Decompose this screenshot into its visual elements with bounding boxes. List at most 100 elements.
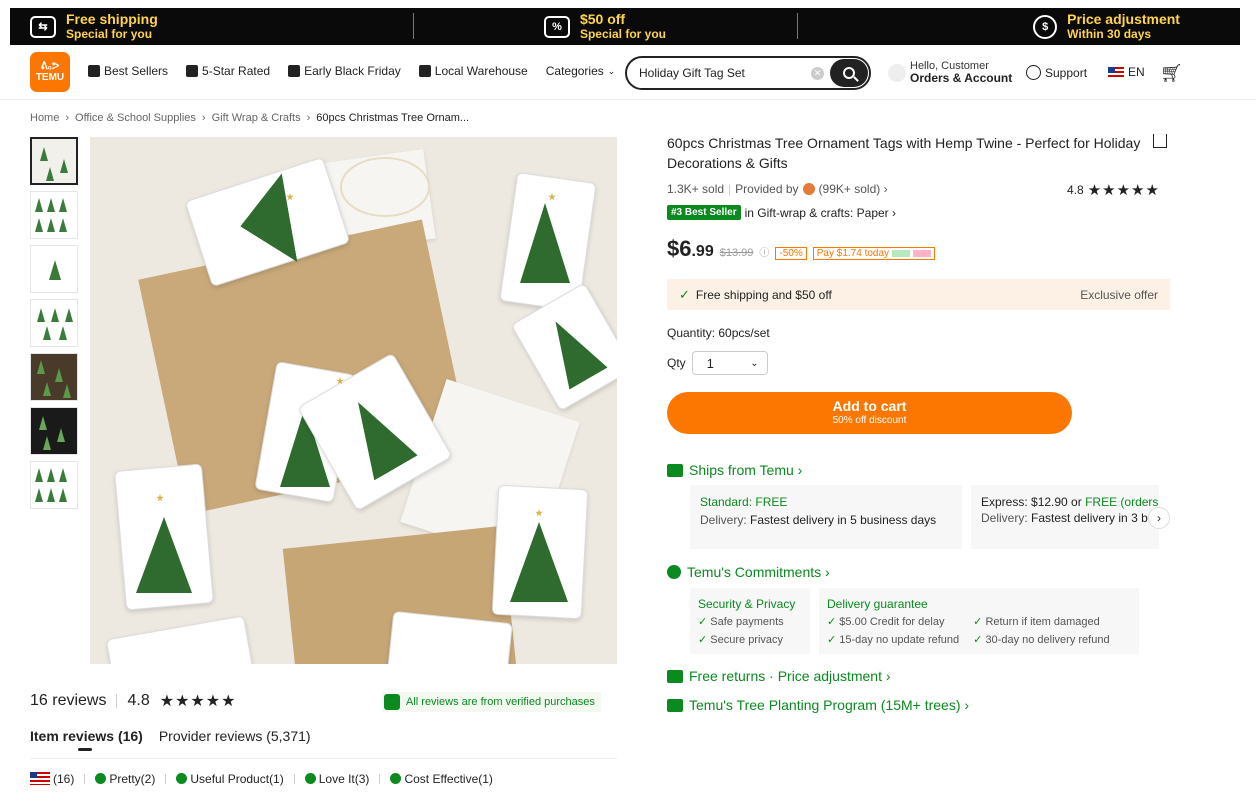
account-menu[interactable]: Hello, Customer Orders & Account (888, 60, 1012, 85)
quantity-select[interactable]: 1 ⌄ (691, 351, 768, 375)
check-icon (390, 773, 402, 784)
divider (293, 774, 295, 784)
offer-bar: ✓ Free shipping and $50 off Exclusive off… (667, 279, 1170, 310)
tree-program-link[interactable]: Temu's Tree Planting Program (15M+ trees… (667, 697, 969, 713)
truck-icon (418, 65, 431, 77)
ships-from-label: Ships from Temu › (689, 462, 803, 478)
verified-purchases-badge: All reviews are from verified purchases (382, 692, 601, 712)
account-label: Orders & Account (910, 71, 1013, 85)
product-rating[interactable]: 4.8 ★★★★★ (1067, 181, 1160, 199)
thumbnail[interactable] (30, 191, 78, 239)
share-icon[interactable] (1153, 134, 1167, 148)
return-box-icon (667, 669, 683, 683)
clear-icon[interactable]: ✕ (811, 66, 824, 80)
shield-check-icon (384, 694, 400, 710)
express-shipping-card[interactable]: Express: $12.90 or FREE (orders Delivery… (971, 485, 1159, 549)
star-rating-icon: ★★★★★ (159, 693, 237, 710)
reviews-rating: 4.8 (127, 692, 150, 709)
support-link[interactable]: Support (1026, 65, 1087, 80)
nav-categories[interactable]: Categories ⌄ (546, 64, 616, 78)
security-privacy-card[interactable]: Security & Privacy Safe payments Secure … (690, 588, 810, 654)
add-to-cart-button[interactable]: Add to cart 50% off discount (667, 392, 1072, 434)
filter-us[interactable]: (16) (30, 772, 74, 786)
bestseller-badge: #3 Best Seller (667, 205, 741, 220)
divider (116, 694, 118, 708)
bestseller-line[interactable]: #3 Best Seller in Gift-wrap & crafts: Pa… (667, 205, 896, 220)
commitment-item: Secure privacy (698, 631, 802, 649)
promo-50-off[interactable]: % $50 off Special for you (413, 8, 796, 45)
security-title: Security & Privacy (698, 597, 796, 611)
promo-price-adjustment[interactable]: $ Price adjustment Within 30 days (796, 8, 1240, 45)
thumbnail[interactable] (30, 299, 78, 347)
nav-best-sellers[interactable]: Best Sellers (88, 64, 168, 78)
commitments-label: Temu's Commitments › (687, 564, 830, 580)
star-rating-icon: ★★★★★ (1087, 182, 1160, 199)
promo-title: Free shipping (66, 10, 158, 27)
breadcrumb: Home › Office & School Supplies › Gift Wra… (30, 112, 469, 124)
filter-pretty[interactable]: Pretty(2) (95, 772, 155, 786)
temu-logo[interactable]: ᕕ₀ᕗ TEMU (30, 52, 70, 92)
star-badge-icon (186, 65, 199, 77)
support-label: Support (1045, 65, 1088, 80)
sold-line: 1.3K+ sold | Provided by (99K+ sold) › (667, 182, 888, 196)
thumbnail[interactable] (30, 407, 78, 455)
language-label: EN (1128, 65, 1145, 79)
nav-local-warehouse[interactable]: Local Warehouse (418, 64, 528, 78)
nav-five-star[interactable]: 5-Star Rated (186, 64, 270, 78)
standard-title: Standard: FREE (700, 495, 788, 509)
breadcrumb-subcategory[interactable]: Gift Wrap & Crafts (212, 112, 301, 124)
shield-icon (667, 565, 681, 579)
chevron-down-icon: ⌄ (607, 65, 616, 76)
review-tabs: Item reviews (16) Provider reviews (5,37… (30, 728, 311, 744)
free-returns-link[interactable]: Free returns · Price adjustment › (667, 668, 891, 684)
truck-icon (667, 463, 683, 477)
info-icon[interactable]: ⓘ (759, 244, 769, 259)
filter-cost[interactable]: Cost Effective(1) (390, 772, 493, 786)
filter-useful[interactable]: Useful Product(1) (176, 772, 284, 786)
search-button[interactable] (830, 59, 868, 87)
thumbnail[interactable] (30, 137, 78, 185)
tab-provider-reviews[interactable]: Provider reviews (5,371) (159, 728, 311, 744)
commitments-link[interactable]: Temu's Commitments › (667, 564, 830, 580)
nav-label: Local Warehouse (434, 64, 528, 78)
filter-label: Useful Product(1) (190, 772, 284, 786)
standard-shipping-card[interactable]: Standard: FREE Delivery: Fastest deliver… (690, 485, 962, 549)
installment-badge[interactable]: Pay $1.74 today (812, 247, 936, 260)
express-free: FREE (orders (1085, 495, 1159, 509)
price-adjust-icon: $ (1033, 14, 1058, 39)
filter-love[interactable]: Love It(3) (304, 772, 369, 786)
qty-row: Qty 1 ⌄ (667, 351, 768, 375)
tab-item-reviews[interactable]: Item reviews (16) (30, 728, 143, 744)
delivery-guarantee-title: Delivery guarantee (827, 597, 928, 611)
breadcrumb-home[interactable]: Home (30, 112, 59, 124)
commitment-item: 15-day no update refund (827, 631, 959, 649)
thumbnail-list (30, 137, 78, 515)
provider-avatar[interactable] (802, 183, 815, 195)
ships-from-link[interactable]: Ships from Temu › (667, 462, 802, 478)
active-tab-indicator (78, 748, 92, 751)
chevron-right-icon[interactable]: › (1148, 507, 1170, 529)
thumbnail[interactable] (30, 353, 78, 401)
product-title: 60pcs Christmas Tree Ornament Tags with … (667, 135, 1141, 171)
promo-free-shipping[interactable]: ⇆ Free shipping Special for you (10, 8, 413, 45)
nav-early-black-friday[interactable]: Early Black Friday (288, 64, 401, 78)
thumbnail[interactable] (30, 461, 78, 509)
us-flag-icon (1108, 66, 1124, 78)
language-selector[interactable]: EN (1108, 65, 1145, 79)
delivery-guarantee-card[interactable]: Delivery guarantee $5.00 Credit for dela… (819, 588, 1139, 654)
review-filters: (16) Pretty(2) Useful Product(1) Love It… (30, 772, 493, 786)
check-icon (176, 773, 188, 784)
cart-icon[interactable]: 🛒︎ (1160, 63, 1183, 84)
breadcrumb-category[interactable]: Office & School Supplies (75, 112, 196, 124)
main-product-image[interactable] (90, 137, 617, 664)
promo-subtitle: Within 30 days (1067, 26, 1152, 41)
free-returns-label: Free returns · Price adjustment › (689, 668, 891, 684)
search-input[interactable]: Holiday Gift Tag Set (639, 66, 811, 80)
quantity-label: Quantity: 60pcs/set (667, 326, 770, 340)
rating-value: 4.8 (1067, 183, 1084, 197)
thumbnail[interactable] (30, 245, 78, 293)
bestseller-category: in Gift-wrap & crafts: Paper › (744, 205, 896, 220)
divider (379, 774, 381, 784)
express-title: Express: $12.90 or (981, 495, 1082, 509)
provider-sold[interactable]: (99K+ sold) › (819, 182, 888, 196)
